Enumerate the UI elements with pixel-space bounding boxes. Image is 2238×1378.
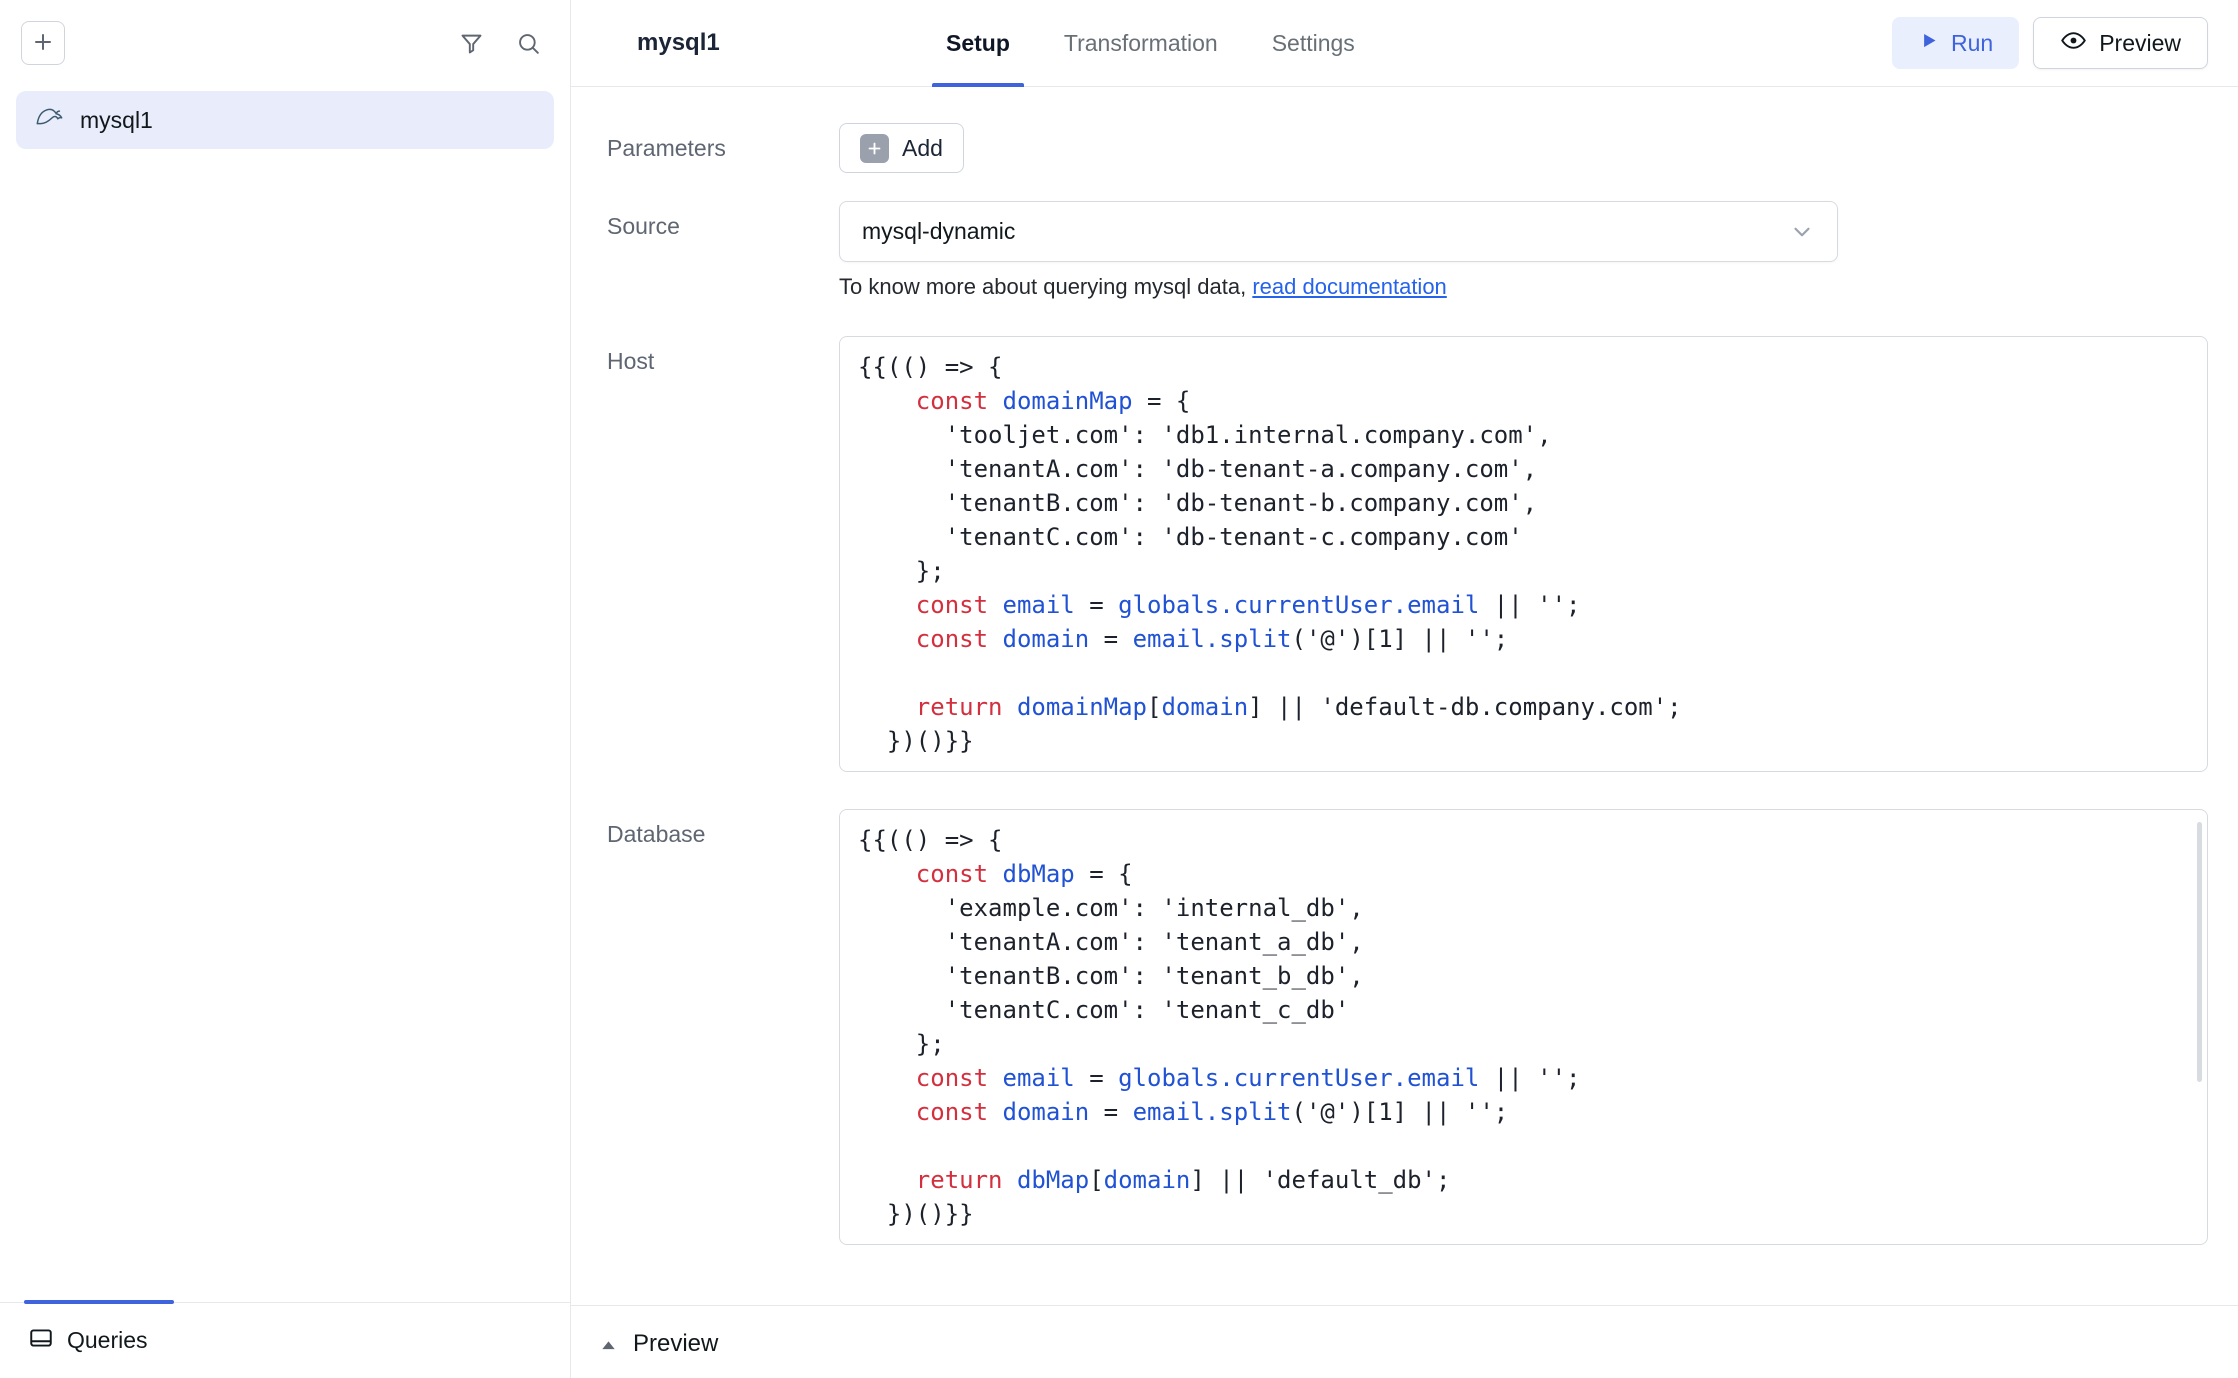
query-list-toolbar xyxy=(0,0,570,65)
tab-settings[interactable]: Settings xyxy=(1258,0,1369,86)
source-help-text: To know more about querying mysql data, … xyxy=(839,274,2208,300)
run-button-label: Run xyxy=(1951,30,1993,57)
source-row: Source mysql-dynamic To know more about … xyxy=(607,201,2208,300)
tab-transformation-label: Transformation xyxy=(1064,30,1218,57)
queries-tab-indicator xyxy=(24,1300,174,1304)
database-label: Database xyxy=(607,809,839,848)
play-icon xyxy=(1918,30,1939,57)
queries-footer: Queries xyxy=(0,1302,570,1378)
query-list-item-mysql1[interactable]: mysql1 xyxy=(16,91,554,149)
search-icon[interactable] xyxy=(515,30,542,57)
plus-icon xyxy=(860,134,889,163)
scrollbar-thumb[interactable] xyxy=(2197,822,2202,1082)
caret-up-icon xyxy=(599,1330,618,1355)
source-select[interactable]: mysql-dynamic xyxy=(839,201,1838,262)
eye-icon xyxy=(2060,27,2087,60)
query-list-panel: mysql1 Queries xyxy=(0,0,571,1378)
source-label: Source xyxy=(607,201,839,240)
query-list: mysql1 xyxy=(0,91,570,1302)
add-parameter-label: Add xyxy=(902,135,943,162)
queries-icon xyxy=(28,1325,54,1357)
queries-tab-label: Queries xyxy=(67,1327,148,1354)
add-query-button[interactable] xyxy=(21,21,65,65)
plus-icon xyxy=(31,30,55,57)
header-actions: Run Preview xyxy=(1892,17,2208,69)
host-row: Host {{(() => { const domainMap = { 'too… xyxy=(607,336,2208,772)
add-parameter-button[interactable]: Add xyxy=(839,123,964,173)
preview-button[interactable]: Preview xyxy=(2033,17,2208,69)
query-detail-panel: mysql1 Setup Transformation Settings Ru xyxy=(571,0,2238,1378)
tab-transformation[interactable]: Transformation xyxy=(1050,0,1232,86)
query-tabs: Setup Transformation Settings xyxy=(932,0,1369,86)
host-label: Host xyxy=(607,336,839,375)
preview-button-label: Preview xyxy=(2099,30,2181,57)
query-title: mysql1 xyxy=(637,29,720,57)
filter-icon[interactable] xyxy=(458,30,485,57)
run-button[interactable]: Run xyxy=(1892,17,2019,69)
parameters-row: Parameters Add xyxy=(607,123,2208,173)
host-code-editor[interactable]: {{(() => { const domainMap = { 'tooljet.… xyxy=(839,336,2208,772)
read-documentation-link[interactable]: read documentation xyxy=(1252,274,1446,299)
tab-setup-label: Setup xyxy=(946,30,1010,57)
chevron-down-icon xyxy=(1789,219,1815,245)
query-header: mysql1 Setup Transformation Settings Ru xyxy=(571,0,2238,87)
setup-form: Parameters Add Source mysql-dynamic xyxy=(571,87,2238,1293)
preview-panel-header[interactable]: Preview xyxy=(571,1305,2238,1378)
query-item-label: mysql1 xyxy=(80,107,153,134)
database-code-editor[interactable]: {{(() => { const dbMap = { 'example.com'… xyxy=(839,809,2208,1245)
mysql-icon xyxy=(34,102,64,138)
queries-tab[interactable]: Queries xyxy=(28,1325,148,1357)
source-help-prefix: To know more about querying mysql data, xyxy=(839,274,1252,299)
query-editor: mysql1 Queries mysql1 Setup Transformati… xyxy=(0,0,2238,1378)
tab-setup[interactable]: Setup xyxy=(932,0,1024,86)
database-row: Database {{(() => { const dbMap = { 'exa… xyxy=(607,809,2208,1245)
source-select-value: mysql-dynamic xyxy=(862,218,1015,245)
preview-panel-label: Preview xyxy=(633,1330,718,1358)
tab-settings-label: Settings xyxy=(1272,30,1355,57)
parameters-label: Parameters xyxy=(607,123,839,162)
